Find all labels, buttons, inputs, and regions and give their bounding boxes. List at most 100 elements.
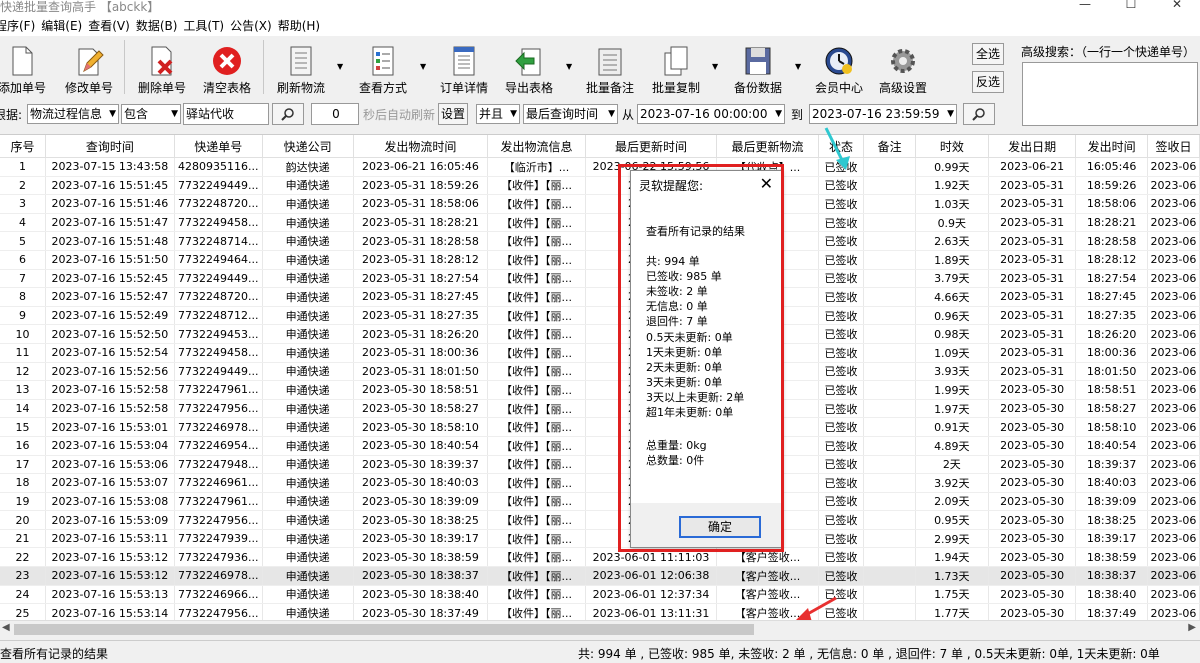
refresh-interval-input[interactable]: 0 [311,103,359,125]
table-header: 序号 查询时间 快递单号 快递公司 发出物流时间 发出物流信息 最后更新时间 最后更新物流 状态… [0,135,1200,158]
table-row[interactable]: 19 2023-07-16 15:53:08 7732247961... 申通快递 20… [0,492,1200,512]
table-cell: 2023-05-30 18:38:37 [353,566,489,586]
scroll-left-icon[interactable]: ◀ [2,622,10,633]
clear-table-button[interactable]: 清空表格 [200,36,254,96]
menu-view[interactable]: 查看(V) [88,17,136,34]
menu-help[interactable]: 帮助(H) [278,17,326,34]
scroll-thumb[interactable] [14,624,754,635]
table-cell: 3 [0,194,46,214]
table-cell: 2023-07-16 15:52:50 [45,324,175,344]
dialog-line: 1天未更新: 0单 [646,346,723,359]
table-row[interactable]: 2 2023-07-16 15:51:45 7732249449... 申通快递 202… [0,176,1200,196]
table-row[interactable]: 7 2023-07-16 15:52:45 7732249449... 申通快递 202… [0,269,1200,289]
column-header[interactable]: 备注 [863,135,916,158]
table-row[interactable]: 8 2023-07-16 15:52:47 7732248720... 申通快递 202… [0,287,1200,307]
column-header[interactable]: 发出物流时间 [353,135,489,158]
batch-copy-button[interactable]: 批量复制 [650,36,702,96]
search-button[interactable] [272,103,304,125]
export-table-button[interactable]: 导出表格 [502,36,556,96]
batch-note-button[interactable]: 批量备注 [584,36,636,96]
close-icon[interactable]: ✕ [760,174,773,193]
time-field-select[interactable]: 最后查询时间 ▼ [523,104,618,124]
table-row[interactable]: 9 2023-07-16 15:52:49 7732248712... 申通快递 202… [0,306,1200,326]
menu-program[interactable]: 程序(F) [0,17,41,34]
close-window-button[interactable]: ✕ [1154,0,1200,11]
table-row[interactable]: 15 2023-07-16 15:53:01 7732246978... 申通快递 20… [0,417,1200,437]
column-header[interactable]: 最后更新时间 [585,135,718,158]
backup-dropdown-arrow[interactable]: ▼ [795,62,801,71]
table-row[interactable]: 12 2023-07-16 15:52:56 7732249449... 申通快递 20… [0,362,1200,382]
from-datetime-picker[interactable]: 2023-07-16 00:00:00 ▼ [637,104,785,124]
menu-tools[interactable]: 工具(T) [183,17,230,34]
table-cell: 0.91天 [915,417,989,437]
table-row[interactable]: 10 2023-07-16 15:52:50 7732249453... 申通快递 20… [0,324,1200,344]
member-center-button[interactable]: 会员中心 [812,36,866,96]
horizontal-scrollbar[interactable]: ◀ ▶ [0,620,1200,638]
table-row[interactable]: 14 2023-07-16 15:52:58 7732247956... 申通快递 20… [0,399,1200,419]
filter-field-select[interactable]: 物流过程信息 ▼ [27,104,119,124]
date-search-button[interactable] [963,103,995,125]
table-row[interactable]: 22 2023-07-16 15:53:12 7732247936... 申通快递 20… [0,547,1200,568]
table-row[interactable]: 20 2023-07-16 15:53:09 7732247956... 申通快递 20… [0,510,1200,530]
table-row[interactable]: 4 2023-07-16 15:51:47 7732249458... 申通快递 202… [0,213,1200,233]
menu-edit[interactable]: 编辑(E) [41,17,88,34]
column-header[interactable]: 发出物流信息 [487,135,586,158]
table-cell [863,399,916,419]
column-header[interactable]: 快递单号 [174,135,263,158]
table-cell: 申通快递 [262,306,354,326]
delete-order-button[interactable]: 删除单号 [136,36,188,96]
copy-dropdown-arrow[interactable]: ▼ [712,62,718,71]
order-detail-button[interactable]: 订单详情 [437,36,491,96]
status-bar: 查看所有记录的结果 共: 994 单 , 已签收: 985 单, 未签收: 2 … [0,640,1200,663]
minimize-button[interactable]: — [1062,0,1108,11]
refresh-dropdown-arrow[interactable]: ▼ [337,62,343,71]
keyword-input[interactable]: 驿站代收 [183,103,269,125]
table-row[interactable]: 5 2023-07-16 15:51:48 7732248714... 申通快递 202… [0,231,1200,251]
settings-button[interactable]: 设置 [438,103,468,125]
column-header[interactable]: 发出时间 [1075,135,1148,158]
to-datetime-picker[interactable]: 2023-07-16 23:59:59 ▼ [809,104,957,124]
edit-order-button[interactable]: 修改单号 [63,36,115,96]
advanced-settings-button[interactable]: 高级设置 [876,36,930,96]
view-mode-button[interactable]: 查看方式 [356,36,410,96]
refresh-logistics-button[interactable]: 刷新物流 [275,36,327,96]
table-row[interactable]: 25 2023-07-16 15:53:14 7732247956... 申通快递 20… [0,603,1200,621]
menu-notice[interactable]: 公告(X) [230,17,278,34]
select-all-button[interactable]: 全选 [972,43,1004,65]
menu-data[interactable]: 数据(B) [136,17,184,34]
ok-button[interactable]: 确定 [679,516,761,538]
table-row[interactable]: 24 2023-07-16 15:53:13 7732246966... 申通快递 20… [0,585,1200,605]
column-header[interactable]: 签收日 [1147,135,1200,158]
table-row[interactable]: 13 2023-07-16 15:52:58 7732247961... 申通快递 20… [0,380,1200,400]
table-row[interactable]: 16 2023-07-16 15:53:04 7732246954... 申通快递 20… [0,436,1200,456]
add-order-button[interactable]: 添加单号 [0,36,48,96]
table-row[interactable]: 18 2023-07-16 15:53:07 7732246961... 申通快递 20… [0,473,1200,493]
backup-data-button[interactable]: 备份数据 [731,36,785,96]
maximize-button[interactable]: ☐ [1108,0,1154,11]
table-row[interactable]: 1 2023-07-15 13:43:58 4280935116... 韵达快递 202… [0,157,1200,177]
table-row[interactable]: 6 2023-07-16 15:51:50 7732249464... 申通快递 202… [0,250,1200,270]
column-header[interactable]: 发出日期 [988,135,1077,158]
table-cell: 2023-05-31 [988,269,1077,289]
export-dropdown-arrow[interactable]: ▼ [566,62,572,71]
column-header[interactable]: 查询时间 [45,135,175,158]
advanced-search-input[interactable] [1022,62,1198,126]
search-icon [972,108,985,121]
table-row[interactable]: 23 2023-07-16 15:53:12 7732246978... 申通快递 20… [0,566,1200,586]
logic-select[interactable]: 并且 ▼ [476,104,520,124]
column-header[interactable]: 序号 [0,135,46,158]
table-row[interactable]: 17 2023-07-16 15:53:06 7732247948... 申通快递 20… [0,455,1200,475]
filter-match-select[interactable]: 包含 ▼ [121,104,181,124]
view-dropdown-arrow[interactable]: ▼ [420,62,426,71]
scroll-right-icon[interactable]: ▶ [1188,622,1196,633]
table-cell: 2023-05-31 18:26:20 [353,324,489,344]
column-header[interactable]: 时效 [915,135,989,158]
invert-selection-button[interactable]: 反选 [972,71,1004,93]
table-cell: 2023-05-30 [988,380,1077,400]
table-cell: 2023-07-16 15:53:06 [45,455,175,475]
table-row[interactable]: 21 2023-07-16 15:53:11 7732247939... 申通快递 20… [0,529,1200,549]
column-header[interactable]: 快递公司 [262,135,354,158]
table-row[interactable]: 3 2023-07-16 15:51:46 7732248720... 申通快递 202… [0,194,1200,214]
column-header[interactable]: 最后更新物流 [716,135,819,158]
table-row[interactable]: 11 2023-07-16 15:52:54 7732249458... 申通快递 20… [0,343,1200,363]
